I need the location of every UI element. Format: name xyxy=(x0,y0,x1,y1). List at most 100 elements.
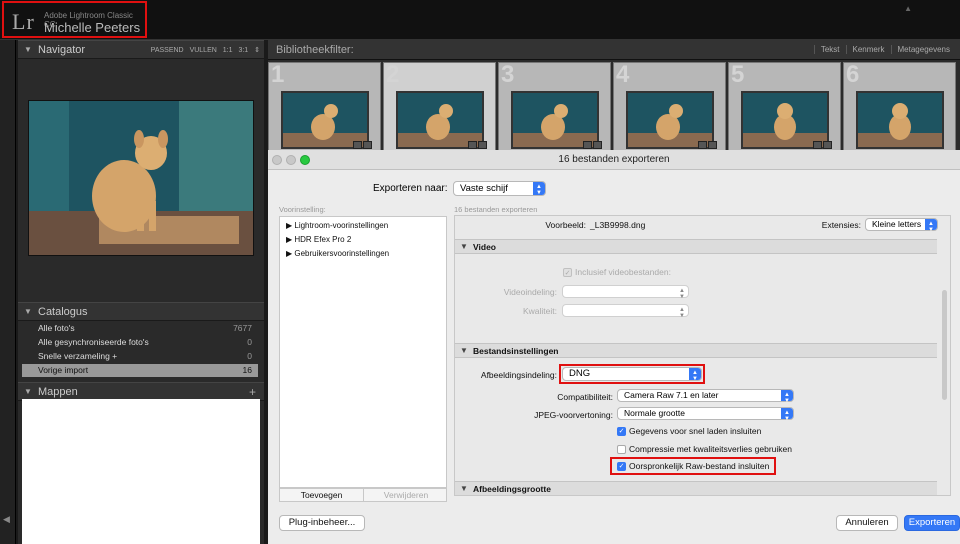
preset-item-user[interactable]: ▶ Gebruikersvoorinstellingen xyxy=(286,249,389,258)
minimize-window-button[interactable] xyxy=(286,155,296,165)
grid-thumbnail[interactable]: 5 xyxy=(728,61,841,158)
file-settings-section-header[interactable]: ▼ Bestandsinstellingen xyxy=(455,343,937,358)
updown-arrows-icon: ▲ ▼ xyxy=(781,390,793,404)
catalog-row-previous-import[interactable]: Vorige import 16 xyxy=(22,364,258,377)
plugin-manager-button[interactable]: Plug-inbeheer... xyxy=(279,515,365,531)
dialog-titlebar: 16 bestanden exporteren xyxy=(268,150,960,170)
extensions-value: Kleine letters xyxy=(872,219,922,229)
lossy-compression-checkbox[interactable] xyxy=(617,445,626,454)
zoom-dropdown-icon[interactable]: ⇕ xyxy=(254,47,260,54)
cancel-button[interactable]: Annuleren xyxy=(836,515,898,531)
grid-thumbnail[interactable]: 3 xyxy=(498,61,611,158)
updown-arrows-icon: ▲ ▼ xyxy=(533,182,545,196)
preset-buttons: Toevoegen Verwijderen xyxy=(279,488,447,502)
video-format-select[interactable]: ▲ ▼ xyxy=(562,285,689,300)
identity-highlight-box: Lr Adobe Lightroom Classic CC Michelle P… xyxy=(2,1,147,38)
image-size-section-header[interactable]: ▼ Afbeeldingsgrootte xyxy=(455,481,937,495)
catalog-row-count: 7677 xyxy=(233,323,252,333)
add-preset-button[interactable]: Toevoegen xyxy=(280,489,364,501)
catalog-header[interactable]: ▼ Catalogus xyxy=(18,302,264,321)
updown-arrows-icon: ▲ ▼ xyxy=(679,288,685,300)
badge-icon xyxy=(698,141,707,149)
jpeg-preview-select[interactable]: Normale grootte ▲ ▼ xyxy=(617,407,794,422)
image-format-label: Afbeeldingsindeling: xyxy=(480,370,557,380)
navigator-header[interactable]: ▼ Navigator PASSEND VULLEN 1:1 3:1 ⇕ xyxy=(18,40,264,59)
video-quality-select[interactable]: ▲ ▼ xyxy=(562,304,689,319)
triangle-down-icon: ▼ xyxy=(460,242,468,251)
thumbnail-index: 6 xyxy=(846,61,860,88)
collapse-top-icon[interactable]: ▲ xyxy=(904,4,912,13)
badge-icon xyxy=(813,141,822,149)
badge-icon xyxy=(353,141,362,149)
export-to-label: Exporteren naar: xyxy=(373,183,448,194)
preset-item-hdr[interactable]: ▶ HDR Efex Pro 2 xyxy=(286,235,351,244)
embed-raw-highlight-box xyxy=(610,457,776,475)
folders-list[interactable] xyxy=(22,399,260,544)
fast-load-checkbox[interactable]: ✓ xyxy=(617,427,626,436)
thumbnail-index: 3 xyxy=(501,61,515,88)
grid-thumbnail[interactable]: 6 xyxy=(843,61,956,158)
format-highlight-box xyxy=(559,364,705,384)
catalog-row-count: 16 xyxy=(242,365,252,375)
grid-thumbnail[interactable]: 4 xyxy=(613,61,726,158)
video-section-header[interactable]: ▼ Video xyxy=(455,239,937,254)
catalog-row-all-photos[interactable]: Alle foto's 7677 xyxy=(22,322,258,335)
zoom-window-button[interactable] xyxy=(300,155,310,165)
filter-tab-metadata[interactable]: Metagegevens xyxy=(890,45,956,54)
zoom-1-1[interactable]: 1:1 xyxy=(223,47,233,54)
include-video-checkbox[interactable]: ✓ xyxy=(563,268,572,277)
thumbnail-index: 5 xyxy=(731,61,745,88)
triangle-down-icon: ▼ xyxy=(24,45,32,54)
library-filter-label: Bibliotheekfilter: xyxy=(276,44,354,56)
preset-label: Voorinstelling: xyxy=(279,205,326,214)
include-video-label: Inclusief videobestanden: xyxy=(575,267,671,277)
lossy-compression-label: Compressie met kwaliteitsverlies gebruik… xyxy=(629,444,792,454)
settings-scrollbar[interactable] xyxy=(941,220,948,494)
grid-thumbnail[interactable]: 2 xyxy=(383,61,496,158)
catalog-row-count: 0 xyxy=(247,351,252,361)
extensions-select[interactable]: Kleine letters ▲ ▼ xyxy=(865,218,938,233)
compatibility-value: Camera Raw 7.1 en later xyxy=(624,390,719,400)
preset-item-lightroom[interactable]: ▶ Lightroom-voorinstellingen xyxy=(286,221,388,230)
thumbnail-image xyxy=(856,91,944,149)
export-dialog: 16 bestanden exporteren Exporteren naar:… xyxy=(268,150,960,544)
zoom-fit[interactable]: PASSEND xyxy=(151,47,184,54)
navigator-zoom-options[interactable]: PASSEND VULLEN 1:1 3:1 ⇕ xyxy=(151,46,260,54)
preset-label-text: Gebruikersvoorinstellingen xyxy=(294,249,390,258)
updown-arrows-icon: ▲ ▼ xyxy=(781,408,793,422)
triangle-down-icon: ▼ xyxy=(24,387,32,396)
video-format-label: Videoindeling: xyxy=(503,287,557,297)
zoom-fill[interactable]: VULLEN xyxy=(190,47,217,54)
thumbnail-index: 4 xyxy=(616,61,630,88)
catalog-row-synced[interactable]: Alle gesynchroniseerde foto's 0 xyxy=(22,336,258,349)
collapse-left-icon[interactable]: ◀ xyxy=(3,514,10,525)
close-window-button[interactable] xyxy=(272,155,282,165)
edit-badge-icon xyxy=(593,141,602,149)
export-settings-scroll[interactable]: Voorbeeld: _L3B9998.dng Extensies: Klein… xyxy=(454,215,951,496)
remove-preset-button[interactable]: Verwijderen xyxy=(365,489,447,501)
compatibility-select[interactable]: Camera Raw 7.1 en later ▲ ▼ xyxy=(617,389,794,404)
export-to-select[interactable]: Vaste schijf ▲ ▼ xyxy=(453,181,546,196)
preview-label: Voorbeeld: xyxy=(545,220,586,230)
scrollbar-thumb[interactable] xyxy=(942,290,947,400)
filter-tab-attribute[interactable]: Kenmerk xyxy=(845,45,891,54)
filter-tab-text[interactable]: Tekst xyxy=(813,45,846,54)
catalog-row-quick-collection[interactable]: Snelle verzameling + 0 xyxy=(22,350,258,363)
filter-tabs: Tekst Kenmerk Metagegevens xyxy=(813,45,956,54)
export-button[interactable]: Exporteren xyxy=(904,515,960,531)
add-folder-icon[interactable]: + xyxy=(249,385,256,399)
badge-icon xyxy=(583,141,592,149)
file-settings-title: Bestandsinstellingen xyxy=(473,346,559,356)
video-quality-label: Kwaliteit: xyxy=(522,306,557,316)
zoom-3-1[interactable]: 3:1 xyxy=(238,47,248,54)
export-to-value: Vaste schijf xyxy=(460,183,508,194)
grid-thumbnail[interactable]: 1 xyxy=(268,61,381,158)
catalog-row-label: Alle foto's xyxy=(38,323,75,333)
jpeg-preview-value: Normale grootte xyxy=(624,408,685,418)
navigator-preview[interactable] xyxy=(28,100,254,256)
dog-photo-preview xyxy=(29,101,253,255)
catalog-row-label: Alle gesynchroniseerde foto's xyxy=(38,337,149,347)
left-panel: ▼ Navigator PASSEND VULLEN 1:1 3:1 ⇕ ▼ C… xyxy=(18,40,264,544)
preset-list[interactable]: ▶ Lightroom-voorinstellingen ▶ HDR Efex … xyxy=(279,216,447,488)
left-edge-strip[interactable]: ◀ xyxy=(0,40,16,544)
